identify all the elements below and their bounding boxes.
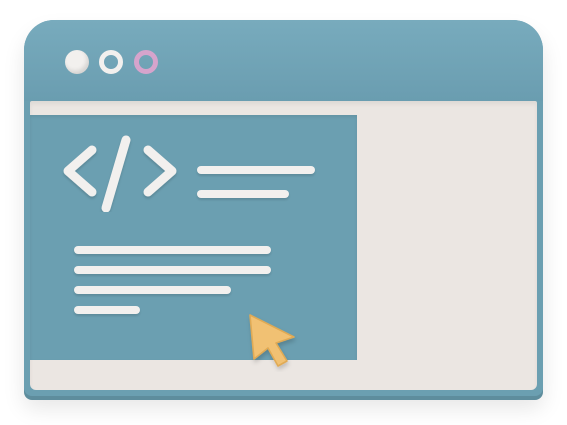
greater-than-glyph bbox=[143, 145, 177, 197]
code-line-6 bbox=[74, 306, 140, 314]
mouse-cursor-icon bbox=[249, 314, 295, 367]
code-line-3 bbox=[74, 246, 271, 254]
illustration-stage bbox=[0, 0, 567, 425]
less-than-glyph bbox=[63, 145, 97, 197]
window-titlebar bbox=[24, 20, 543, 101]
window-content bbox=[30, 101, 537, 390]
code-brackets-icon bbox=[63, 135, 177, 212]
window-dot-3[interactable] bbox=[134, 50, 158, 74]
window-dot-2[interactable] bbox=[99, 50, 123, 74]
browser-window bbox=[24, 20, 543, 396]
slash-glyph bbox=[101, 135, 131, 212]
window-dot-1[interactable] bbox=[65, 50, 89, 74]
code-line-2 bbox=[197, 190, 289, 198]
code-editor-panel bbox=[30, 115, 357, 367]
code-line-4 bbox=[74, 266, 271, 274]
code-line-1 bbox=[197, 166, 315, 174]
code-line-5 bbox=[74, 286, 231, 294]
